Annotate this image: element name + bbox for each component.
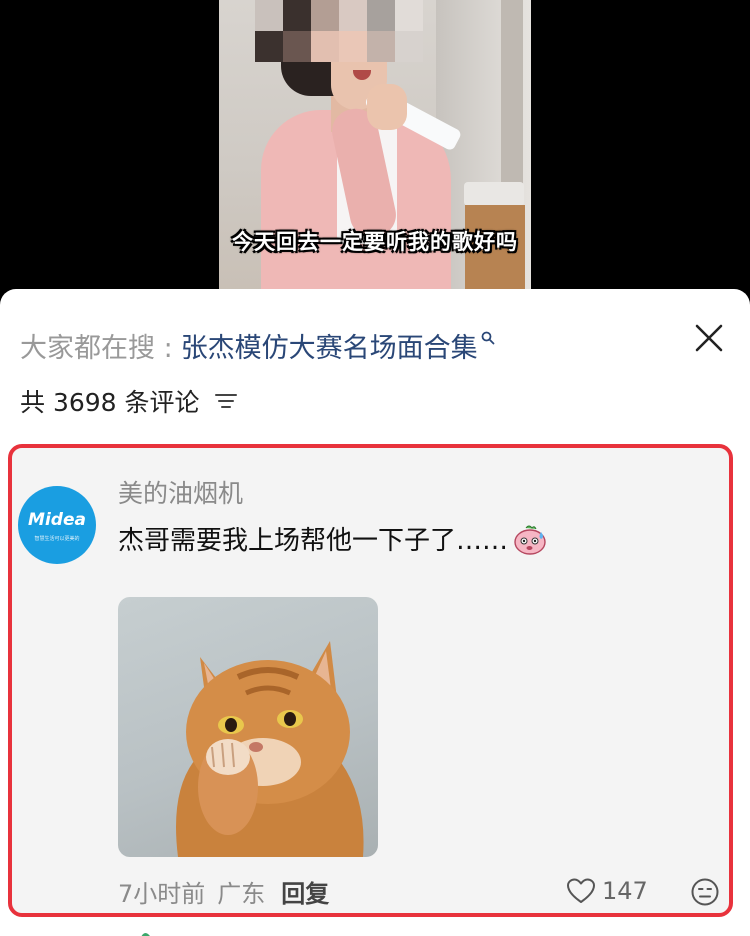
comment-count: 共 3698 条评论 xyxy=(20,388,200,417)
avatar[interactable]: Midea 智慧生活可以更美的 xyxy=(18,486,96,564)
next-comment-avatar-peek xyxy=(141,933,150,936)
face-mosaic xyxy=(255,0,423,62)
comment-meta: 7小时前 广东 回复 xyxy=(118,874,329,908)
search-suggestion[interactable]: 大家都在搜 : 张杰模仿大赛名场面合集 xyxy=(20,326,495,365)
comment-author[interactable]: 美的油烟机 xyxy=(118,474,243,510)
like-button[interactable]: 147 xyxy=(566,874,648,908)
avatar-slogan: 智慧生活可以更美的 xyxy=(34,536,80,542)
close-icon[interactable] xyxy=(690,319,728,357)
search-icon xyxy=(481,331,495,345)
video-player[interactable]: 今天回去一定要听我的歌好吗 xyxy=(0,0,750,300)
highlighted-comment: Midea 智慧生活可以更美的 美的油烟机 杰哥需要我上场帮他一下子了…… 7小… xyxy=(8,444,733,917)
search-suggestion-prefix: 大家都在搜 : xyxy=(20,332,173,364)
comment-text: 杰哥需要我上场帮他一下子了…… xyxy=(118,526,509,556)
comment-body: Midea 智慧生活可以更美的 美的油烟机 杰哥需要我上场帮他一下子了…… 7小… xyxy=(12,474,729,913)
video-subtitle: 今天回去一定要听我的歌好吗 xyxy=(232,230,518,254)
heart-icon xyxy=(567,878,595,903)
comment-image-cat[interactable] xyxy=(118,597,378,857)
cat-illustration xyxy=(176,641,364,857)
reply-button[interactable]: 回复 xyxy=(281,874,329,909)
avatar-brand-logo: Midea xyxy=(28,510,86,530)
like-count: 147 xyxy=(602,877,648,905)
comment-count-row: 共 3698 条评论 xyxy=(20,385,238,417)
comment-time: 7小时前 xyxy=(118,879,206,908)
comment-location: 广东 xyxy=(217,879,266,908)
comment-text-row: 杰哥需要我上场帮他一下子了…… xyxy=(118,520,548,557)
video-person-hand xyxy=(367,84,407,130)
video-frame[interactable]: 今天回去一定要听我的歌好吗 xyxy=(219,0,531,300)
video-background-chair-top xyxy=(464,182,524,206)
search-suggestion-query[interactable]: 张杰模仿大赛名场面合集 xyxy=(181,326,478,365)
filter-icon[interactable] xyxy=(214,391,238,411)
comment-sheet: 大家都在搜 : 张杰模仿大赛名场面合集 共 3698 条评论 Midea 智慧生… xyxy=(0,289,750,936)
sweat-emoji-icon xyxy=(514,525,546,555)
emoji-face-icon[interactable] xyxy=(690,877,720,907)
